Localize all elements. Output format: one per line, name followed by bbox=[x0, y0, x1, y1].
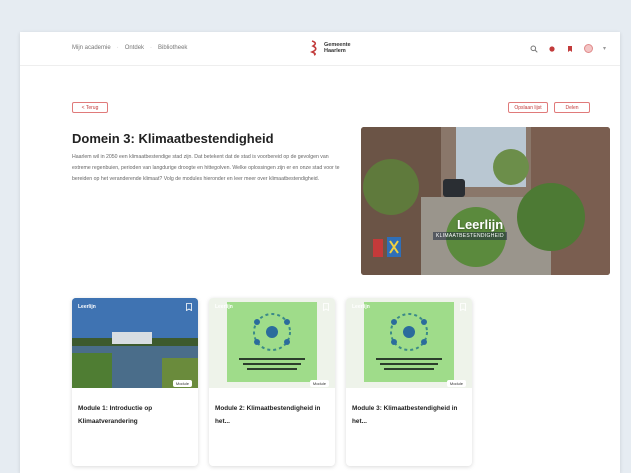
canal-image bbox=[72, 298, 198, 388]
header-actions: ▾ bbox=[530, 44, 606, 53]
module-card-1[interactable]: Leerlijn Module Module 1: Introductie op… bbox=[72, 298, 198, 466]
module-card-3[interactable]: Leerlijn Module Module 3: Klimaatbestend… bbox=[346, 298, 472, 466]
logo-line-2: Haarlem bbox=[324, 48, 346, 54]
card-tag: Leerlijn bbox=[215, 304, 233, 310]
card-tag: Leerlijn bbox=[78, 304, 96, 310]
climate-illustration bbox=[346, 298, 472, 388]
share-button[interactable]: Delen bbox=[554, 102, 590, 113]
avatar[interactable] bbox=[584, 44, 593, 53]
save-list-button[interactable]: Opslaan lijst bbox=[508, 102, 548, 113]
bookmark-icon[interactable] bbox=[460, 303, 466, 311]
bookmark-icon[interactable] bbox=[323, 303, 329, 311]
card-title: Module 1: Introductie op Klimaatverander… bbox=[78, 405, 153, 425]
card-title: Module 3: Klimaatbestendigheid in het... bbox=[352, 405, 458, 425]
nav-item-academie[interactable]: Mijn academie bbox=[72, 45, 111, 51]
bookmark-icon[interactable] bbox=[566, 45, 574, 53]
bell-icon[interactable] bbox=[548, 45, 556, 53]
nav-item-ontdek[interactable]: Ontdek bbox=[125, 45, 144, 51]
chevron-down-icon[interactable]: ▾ bbox=[603, 45, 606, 52]
hero-image: Leerlijn KLIMAATBESTENDIGHEID bbox=[361, 127, 610, 275]
top-navigation: Mijn academie · Ontdek · Bibliotheek Gem… bbox=[20, 32, 620, 66]
page-title: Domein 3: Klimaatbestendigheid bbox=[72, 131, 274, 146]
climate-illustration bbox=[209, 298, 335, 388]
card-title: Module 2: Klimaatbestendigheid in het... bbox=[215, 405, 321, 425]
card-badge: Module bbox=[309, 380, 329, 387]
app-window: Mijn academie · Ontdek · Bibliotheek Gem… bbox=[20, 32, 620, 473]
hero-subtitle: KLIMAATBESTENDIGHEID bbox=[433, 232, 507, 240]
back-button[interactable]: < Terug bbox=[72, 102, 108, 113]
brand-logo[interactable]: Gemeente Haarlem bbox=[310, 40, 351, 56]
bookmark-icon[interactable] bbox=[186, 303, 192, 311]
hero-label: Leerlijn bbox=[457, 217, 504, 232]
main-nav: Mijn academie · Ontdek · Bibliotheek bbox=[72, 45, 188, 51]
street-scene-image bbox=[361, 127, 610, 275]
logo-icon bbox=[310, 40, 317, 56]
search-icon[interactable] bbox=[530, 45, 538, 53]
card-tag: Leerlijn bbox=[352, 304, 370, 310]
card-badge: Module bbox=[446, 380, 466, 387]
module-card-2[interactable]: Leerlijn Module Module 2: Klimaatbestend… bbox=[209, 298, 335, 466]
card-badge: Module bbox=[172, 380, 192, 387]
nav-item-bibliotheek[interactable]: Bibliotheek bbox=[158, 45, 187, 51]
page-description: Haarlem wil in 2050 een klimaatbestendig… bbox=[72, 154, 340, 182]
